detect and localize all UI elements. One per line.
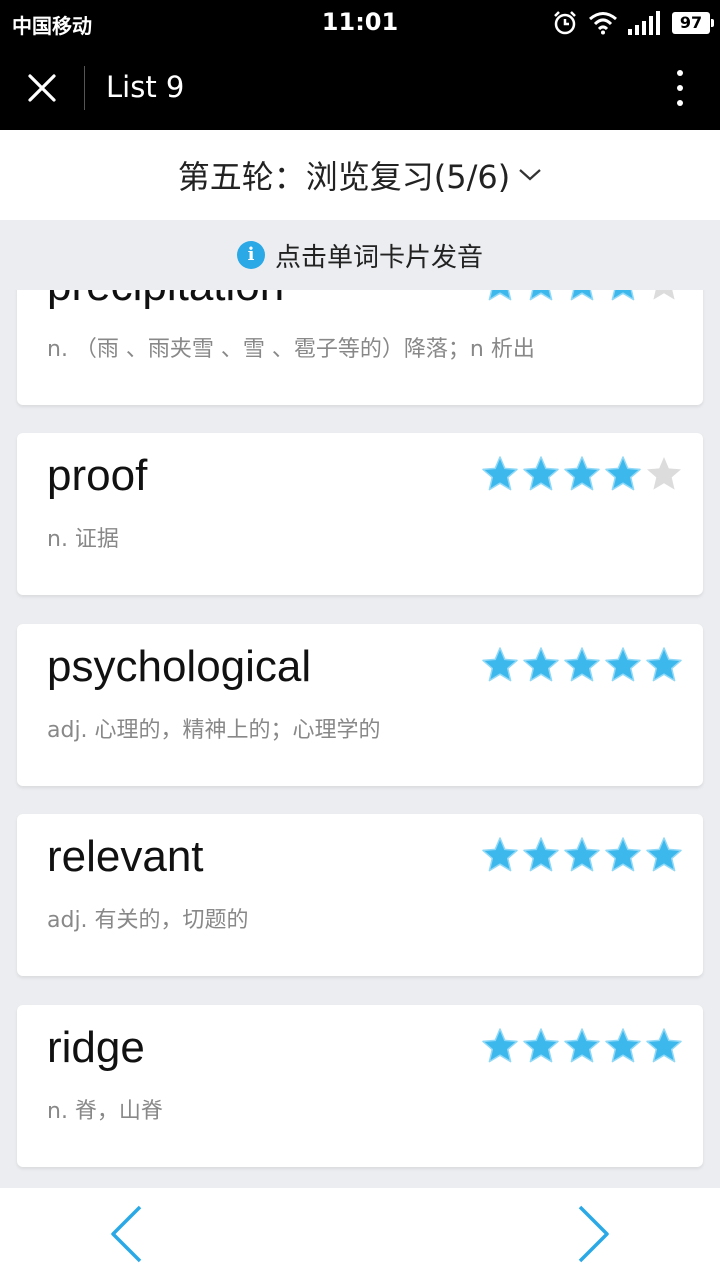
app-bar-divider [84, 66, 85, 110]
rating-stars [481, 1027, 683, 1065]
star-empty-icon [653, 290, 675, 300]
star-filled-icon [523, 837, 559, 872]
close-button[interactable] [14, 60, 70, 116]
word-definition: adj. 有关的，切题的 [47, 908, 249, 933]
star-filled-icon [611, 290, 635, 301]
next-button[interactable] [562, 1202, 626, 1266]
star-filled-icon [523, 647, 559, 682]
word-text: ridge [47, 1023, 145, 1072]
round-title: 第五轮：浏览复习(5/6) [177, 158, 511, 196]
word-text: precipitation [47, 290, 284, 311]
star-filled-icon [564, 456, 600, 491]
hint-text: 点击单词卡片发音 [274, 242, 483, 273]
star-filled-icon [564, 837, 600, 872]
star-filled-icon [564, 647, 600, 682]
star-filled-icon [605, 647, 641, 682]
more-options-button[interactable] [660, 66, 700, 110]
chevron-down-icon [519, 169, 541, 181]
star-filled-icon [605, 456, 641, 491]
word-definition: n. （雨 、雨夹雪 、雪 、雹子等的）降落；n 析出 [47, 337, 535, 362]
star-filled-icon [646, 1028, 682, 1063]
wifi-icon [589, 12, 617, 35]
status-bar: 中国移动 11:01 97 [0, 0, 720, 46]
rating-stars [481, 646, 683, 684]
star-filled-icon [605, 1028, 641, 1063]
word-text: relevant [47, 832, 204, 881]
chevron-left-icon [111, 1205, 142, 1263]
word-definition: adj. 心理的，精神上的；心理学的 [47, 718, 381, 743]
word-text: proof [47, 451, 148, 500]
word-card[interactable]: precipitation n. （雨 、雨夹雪 、雪 、雹子等的）降落；n 析… [17, 290, 703, 405]
alarm-icon [554, 11, 576, 35]
rating-stars [481, 455, 683, 493]
battery-icon: 97 [672, 12, 714, 34]
round-selector[interactable]: 第五轮：浏览复习(5/6) [0, 130, 720, 220]
star-filled-icon [646, 837, 682, 872]
list-title: List 9 [106, 70, 185, 104]
star-filled-icon [523, 1028, 559, 1063]
app-bar: List 9 [0, 46, 720, 130]
hint-bar: i 点击单词卡片发音 [0, 220, 720, 290]
word-card[interactable]: relevant adj. 有关的，切题的 [17, 814, 703, 976]
info-icon: i [236, 241, 265, 269]
close-icon [28, 74, 56, 102]
star-filled-icon [488, 290, 512, 301]
word-card[interactable]: psychological adj. 心理的，精神上的；心理学的 [17, 624, 703, 786]
star-filled-icon [564, 1028, 600, 1063]
word-definition: n. 脊，山脊 [47, 1099, 163, 1124]
star-filled-icon [482, 456, 518, 491]
star-filled-icon [482, 837, 518, 872]
star-filled-icon [523, 456, 559, 491]
star-filled-icon [605, 837, 641, 872]
star-filled-icon [482, 1028, 518, 1063]
previous-button[interactable] [94, 1202, 158, 1266]
star-empty-icon [647, 457, 681, 490]
word-definition: n. 证据 [47, 527, 119, 552]
rating-stars [481, 836, 683, 874]
status-icons: 97 [552, 8, 714, 38]
star-filled-icon [482, 647, 518, 682]
more-vertical-icon [677, 70, 683, 76]
bottom-nav [0, 1188, 720, 1280]
word-card[interactable]: ridge n. 脊，山脊 [17, 1005, 703, 1167]
signal-icon [628, 11, 660, 35]
chevron-right-icon [578, 1205, 609, 1263]
rating-stars [481, 290, 683, 303]
star-filled-icon [570, 290, 594, 301]
star-filled-icon [529, 290, 553, 301]
word-card[interactable]: proof n. 证据 [17, 433, 703, 595]
word-text: psychological [47, 642, 312, 691]
word-list[interactable]: precipitation n. （雨 、雨夹雪 、雪 、雹子等的）降落；n 析… [0, 290, 720, 1188]
star-filled-icon [646, 647, 682, 682]
